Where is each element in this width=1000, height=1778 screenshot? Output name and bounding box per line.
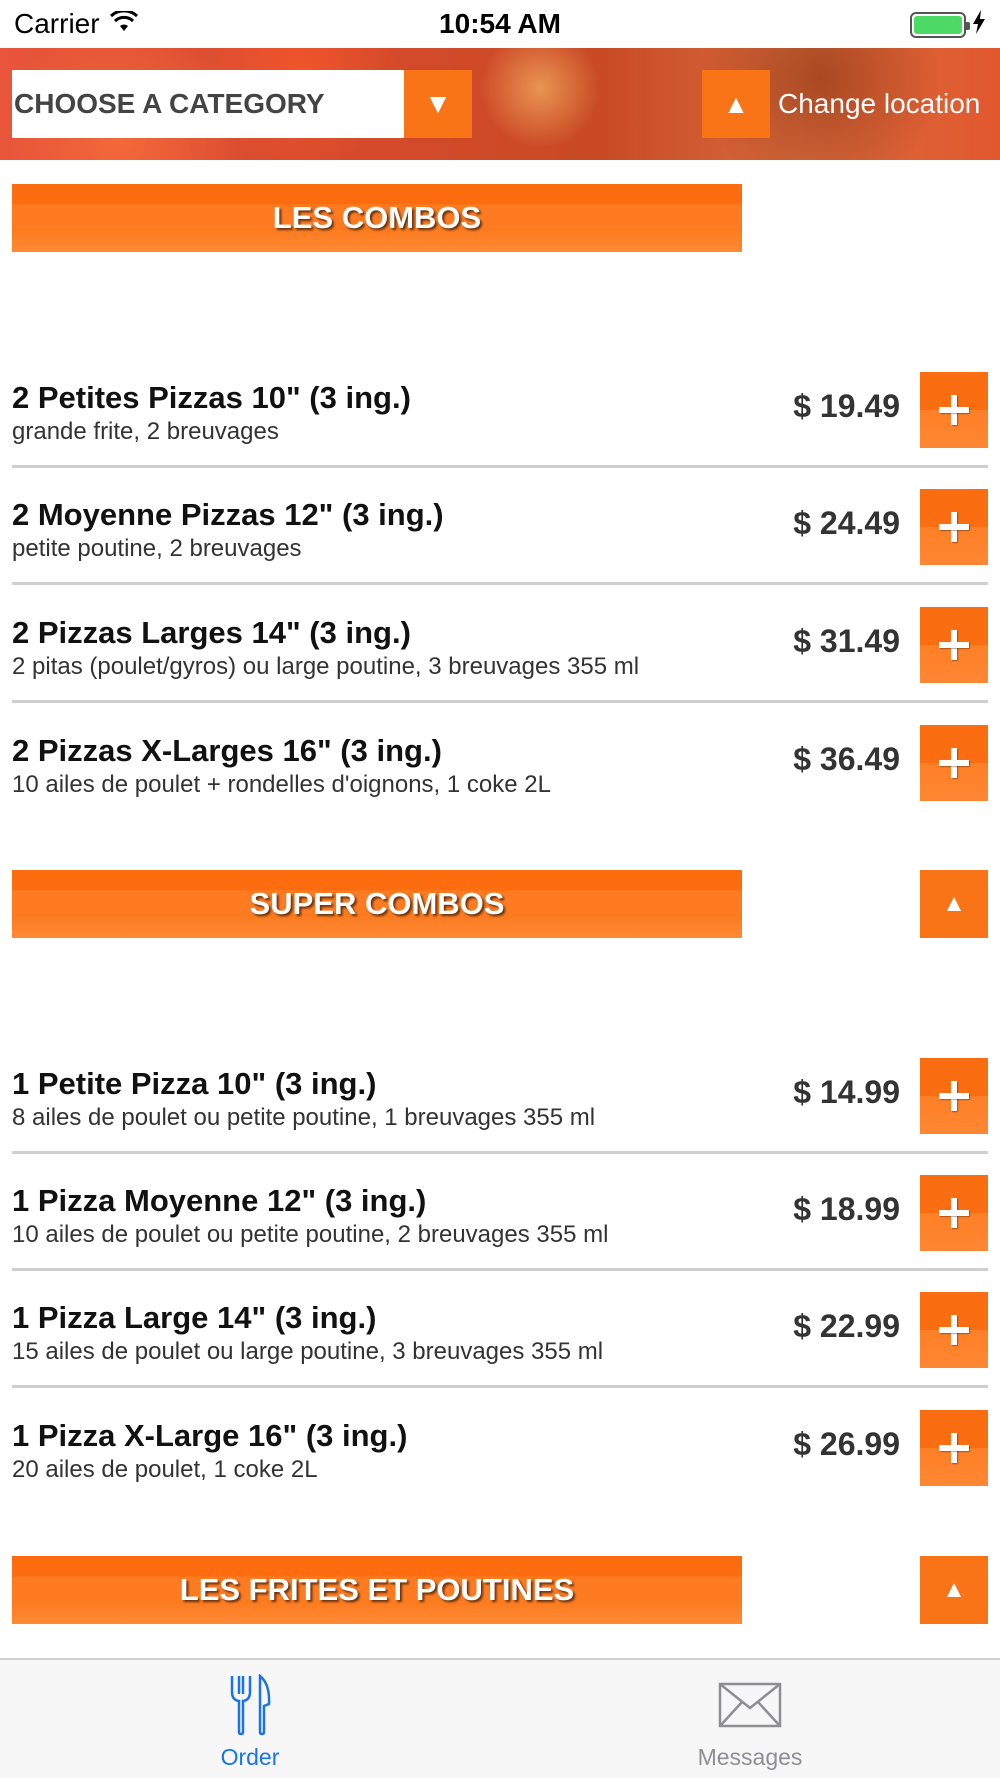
fork-knife-icon	[210, 1674, 290, 1736]
status-time: 10:54 AM	[439, 8, 561, 39]
tab-bar: Order Messages	[0, 1658, 1000, 1778]
add-to-cart-button[interactable]	[920, 489, 988, 565]
menu-item: 1 Pizza X-Large 16" (3 ing.) 20 ailes de…	[12, 1388, 988, 1506]
tab-label-messages: Messages	[697, 1744, 803, 1770]
add-to-cart-button[interactable]	[920, 1410, 988, 1486]
collapse-up-icon[interactable]: ▲	[920, 1556, 988, 1624]
plus-icon	[939, 1081, 969, 1111]
section-header-les-combos[interactable]: LES COMBOS	[12, 184, 742, 252]
item-name: 1 Pizza Moyenne 12" (3 ing.)	[12, 1183, 427, 1218]
tab-order[interactable]: Order	[0, 1660, 500, 1778]
change-location-link[interactable]: Change location	[778, 88, 980, 120]
item-name: 1 Petite Pizza 10" (3 ing.)	[12, 1066, 377, 1101]
menu-item: 2 Petites Pizzas 10" (3 ing.) grande fri…	[12, 350, 988, 468]
add-to-cart-button[interactable]	[920, 725, 988, 801]
item-price: $ 22.99	[793, 1308, 900, 1344]
item-description: 10 ailes de poulet ou petite poutine, 2 …	[12, 1221, 609, 1248]
add-to-cart-button[interactable]	[920, 1175, 988, 1251]
add-to-cart-button[interactable]	[920, 1292, 988, 1368]
chevron-down-icon[interactable]: ▼	[404, 70, 472, 138]
menu-item: 2 Moyenne Pizzas 12" (3 ing.) petite pou…	[12, 467, 988, 585]
add-to-cart-button[interactable]	[920, 1058, 988, 1134]
section-header-frites-poutines[interactable]: LES FRITES ET POUTINES	[12, 1556, 742, 1624]
item-description: 8 ailes de poulet ou petite poutine, 1 b…	[12, 1104, 596, 1131]
menu-item: 2 Pizzas X-Larges 16" (3 ing.) 10 ailes …	[12, 703, 988, 821]
plus-icon	[939, 512, 969, 542]
item-description: 15 ailes de poulet ou large poutine, 3 b…	[12, 1338, 604, 1365]
item-description: 2 pitas (poulet/gyros) ou large poutine,…	[12, 653, 640, 680]
item-description: petite poutine, 2 breuvages	[12, 535, 302, 562]
item-price: $ 18.99	[793, 1191, 900, 1227]
location-arrow-icon[interactable]: ▲	[702, 70, 770, 138]
menu-item: 1 Petite Pizza 10" (3 ing.) 8 ailes de p…	[12, 1036, 988, 1154]
battery-group	[910, 10, 986, 39]
plus-icon	[939, 1198, 969, 1228]
plus-icon	[939, 630, 969, 660]
item-name: 2 Moyenne Pizzas 12" (3 ing.)	[12, 497, 444, 532]
item-description: 20 ailes de poulet, 1 coke 2L	[12, 1456, 318, 1483]
item-price: $ 24.49	[793, 505, 900, 541]
item-price: $ 26.99	[793, 1426, 900, 1462]
item-name: 1 Pizza X-Large 16" (3 ing.)	[12, 1418, 408, 1453]
plus-icon	[939, 395, 969, 425]
add-to-cart-button[interactable]	[920, 607, 988, 683]
status-bar: Carrier 10:54 AM	[0, 0, 1000, 48]
header-banner: CHOOSE A CATEGORY ▼ ▲ Change location	[0, 48, 1000, 160]
plus-icon	[939, 748, 969, 778]
menu-item: 1 Pizza Large 14" (3 ing.) 15 ailes de p…	[12, 1270, 988, 1388]
add-to-cart-button[interactable]	[920, 372, 988, 448]
item-description: grande frite, 2 breuvages	[12, 418, 279, 445]
item-price: $ 31.49	[793, 623, 900, 659]
menu-item: 2 Pizzas Larges 14" (3 ing.) 2 pitas (po…	[12, 585, 988, 703]
item-price: $ 19.49	[793, 388, 900, 424]
collapse-up-icon[interactable]: ▲	[920, 870, 988, 938]
tab-label-order: Order	[220, 1744, 280, 1770]
envelope-icon	[710, 1674, 790, 1736]
item-name: 1 Pizza Large 14" (3 ing.)	[12, 1300, 377, 1335]
item-name: 2 Pizzas Larges 14" (3 ing.)	[12, 615, 411, 650]
item-description: 10 ailes de poulet + rondelles d'oignons…	[12, 771, 551, 798]
plus-icon	[939, 1315, 969, 1345]
category-label: CHOOSE A CATEGORY	[12, 70, 404, 138]
tab-messages[interactable]: Messages	[500, 1660, 1000, 1778]
section-header-super-combos[interactable]: SUPER COMBOS	[12, 870, 742, 938]
battery-icon	[910, 11, 970, 38]
item-price: $ 14.99	[793, 1074, 900, 1110]
category-dropdown[interactable]: CHOOSE A CATEGORY ▼	[12, 70, 472, 138]
bolt-icon	[972, 10, 986, 39]
item-name: 2 Pizzas X-Larges 16" (3 ing.)	[12, 733, 442, 768]
item-name: 2 Petites Pizzas 10" (3 ing.)	[12, 380, 411, 415]
menu-item: 1 Pizza Moyenne 12" (3 ing.) 10 ailes de…	[12, 1153, 988, 1271]
plus-icon	[939, 1433, 969, 1463]
item-price: $ 36.49	[793, 741, 900, 777]
